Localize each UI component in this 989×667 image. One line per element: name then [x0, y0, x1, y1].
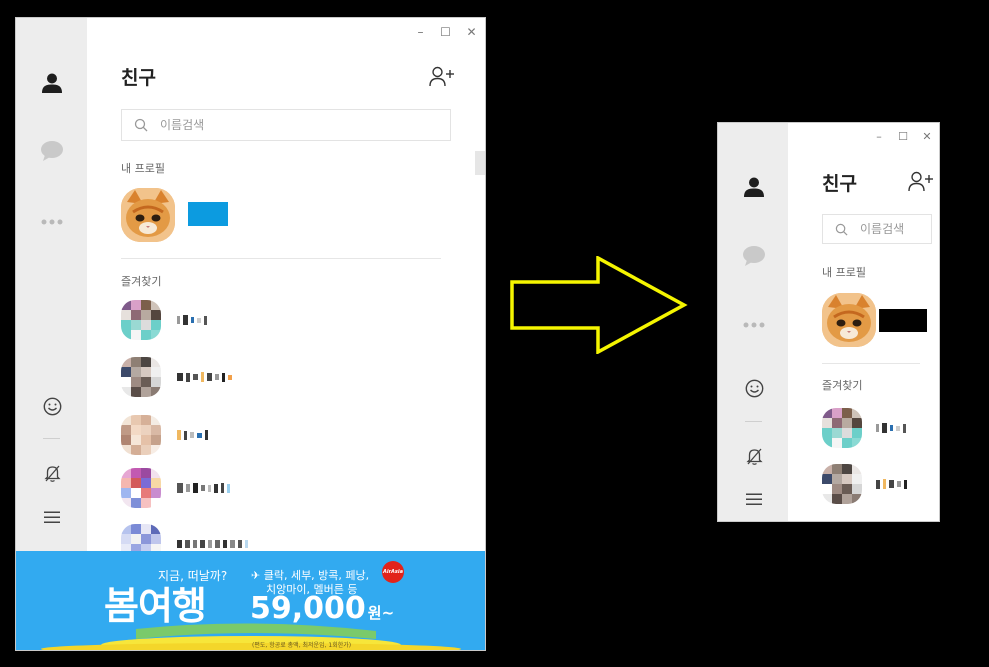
friend-name-blurred	[177, 430, 208, 440]
my-profile-name-redacted	[188, 202, 228, 226]
bell-off-icon	[43, 465, 61, 482]
menu-icon	[746, 493, 762, 505]
kakaotalk-window-small: – ☐ ✕ 친구 내 프로필 즐겨찾기	[717, 122, 940, 522]
add-friend-icon	[908, 171, 933, 192]
my-profile-label: 내 프로필	[822, 266, 866, 279]
notification-toggle[interactable]	[41, 462, 63, 484]
chats-tab[interactable]	[39, 138, 65, 164]
emoticon-button[interactable]	[41, 395, 63, 417]
person-icon	[744, 177, 764, 197]
notification-toggle[interactable]	[743, 445, 765, 467]
minimize-button[interactable]: –	[867, 123, 891, 149]
friend-name-blurred	[177, 540, 248, 548]
kakaotalk-window-large: – ☐ ✕ 친구 내 프로필 즐겨찾기	[15, 17, 486, 651]
friend-name-blurred	[177, 483, 230, 493]
cat-photo	[121, 188, 175, 242]
page-title: 친구	[822, 173, 857, 195]
chat-bubble-icon	[41, 141, 63, 161]
settings-menu-button[interactable]	[743, 488, 765, 510]
favorites-label: 즐겨찾기	[822, 379, 863, 392]
more-tab[interactable]	[39, 209, 65, 235]
scrollbar[interactable]	[475, 151, 485, 175]
person-icon	[42, 73, 62, 93]
search-icon	[134, 118, 148, 132]
emoji-icon	[43, 397, 61, 415]
friend-avatar	[121, 415, 161, 455]
close-button[interactable]: ✕	[915, 123, 939, 149]
sidebar-divider	[745, 421, 762, 422]
close-button[interactable]: ✕	[458, 18, 485, 46]
ad-price-unit: 원~	[367, 604, 395, 622]
add-friend-button[interactable]	[908, 171, 934, 197]
friends-panel: – ☐ ✕ 친구 내 프로필 즐겨찾기	[788, 123, 939, 521]
search-box	[822, 214, 932, 244]
profile-divider	[121, 258, 441, 259]
friend-name-blurred	[876, 479, 907, 489]
cat-photo	[822, 293, 876, 347]
menu-icon	[44, 511, 60, 523]
page-title: 친구	[121, 67, 156, 89]
list-item[interactable]	[822, 464, 907, 504]
chat-bubble-icon	[743, 246, 765, 266]
add-friend-icon	[429, 66, 454, 87]
maximize-button[interactable]: ☐	[433, 18, 458, 46]
search-icon	[835, 223, 848, 235]
ad-headline: 봄여행	[104, 584, 207, 628]
emoji-icon	[745, 379, 763, 397]
friend-avatar	[822, 464, 862, 504]
friend-avatar	[822, 408, 862, 448]
ad-banner[interactable]: 지금, 떠날까? 봄여행 ✈ 클락, 세부, 방콕, 페낭, 치앙마이, 멜버른…	[16, 551, 485, 650]
window-controls: – ☐ ✕	[408, 18, 485, 46]
my-profile-avatar[interactable]	[121, 188, 175, 242]
list-item[interactable]	[822, 408, 906, 448]
airasia-logo: AirAsia	[382, 561, 404, 583]
list-item[interactable]	[121, 357, 232, 397]
ad-price: 59,000 원~	[250, 591, 394, 626]
friend-name-blurred	[177, 372, 232, 382]
my-profile-name-redacted	[879, 309, 927, 332]
friends-tab[interactable]	[39, 70, 65, 96]
bell-off-icon	[745, 448, 763, 465]
maximize-button[interactable]: ☐	[891, 123, 915, 149]
sidebar	[718, 123, 788, 521]
ad-price-value: 59,000	[250, 591, 366, 626]
list-item[interactable]	[121, 468, 230, 508]
favorites-label: 즐겨찾기	[121, 275, 162, 288]
emoticon-button[interactable]	[743, 377, 765, 399]
friend-avatar	[121, 300, 161, 340]
ad-footnote: (편도, 항공료 총액, 최저운임, 1회한가)	[252, 642, 352, 649]
my-profile-label: 내 프로필	[121, 162, 165, 175]
search-box	[121, 109, 451, 141]
friends-tab[interactable]	[741, 174, 767, 200]
more-dots-icon	[41, 219, 63, 225]
search-input[interactable]	[858, 221, 931, 237]
chats-tab[interactable]	[741, 243, 767, 269]
more-tab[interactable]	[741, 312, 767, 338]
profile-divider	[822, 363, 920, 364]
search-input[interactable]	[158, 117, 450, 133]
add-friend-button[interactable]	[429, 66, 455, 92]
list-item[interactable]	[121, 415, 208, 455]
list-item[interactable]	[121, 300, 207, 340]
friend-name-blurred	[177, 315, 207, 325]
window-controls: – ☐ ✕	[867, 123, 939, 149]
minimize-button[interactable]: –	[408, 18, 433, 46]
more-dots-icon	[743, 322, 765, 328]
arrow-right-icon	[510, 256, 688, 354]
sidebar-divider	[43, 438, 60, 439]
settings-menu-button[interactable]	[41, 506, 63, 528]
friend-name-blurred	[876, 423, 906, 433]
friend-avatar	[121, 357, 161, 397]
my-profile-avatar[interactable]	[822, 293, 876, 347]
friend-avatar	[121, 468, 161, 508]
